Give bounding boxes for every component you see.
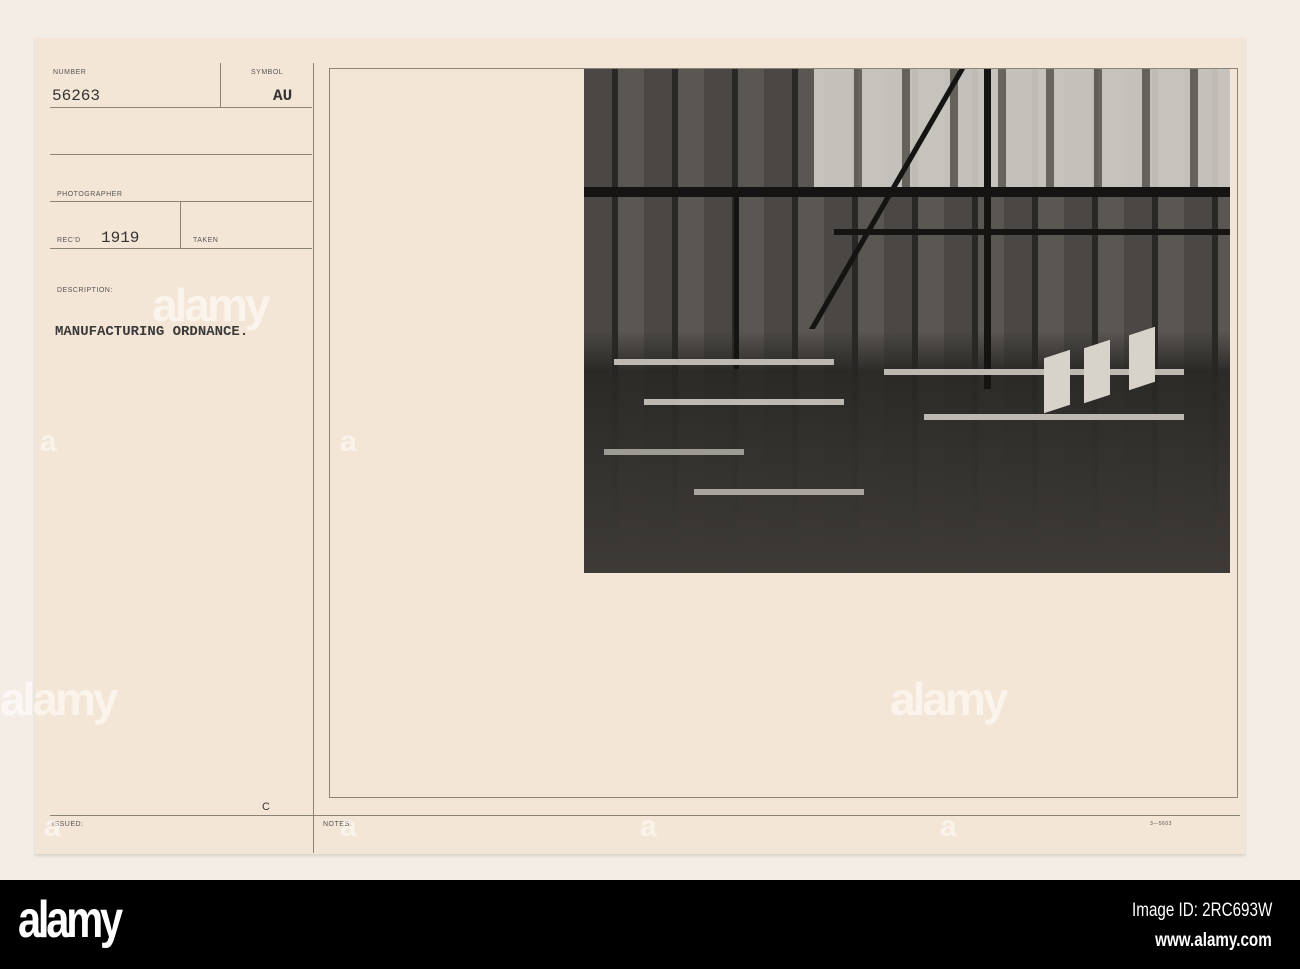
factory-interior-photo — [584, 69, 1230, 573]
photographer-label: PHOTOGRAPHER — [57, 191, 123, 198]
divider — [50, 107, 312, 108]
recd-value: 1919 — [101, 229, 140, 247]
watermark: alamy — [0, 673, 118, 725]
archive-card: NUMBER 56263 SYMBOL AU PHOTOGRAPHER REC'… — [35, 38, 1245, 854]
number-label: NUMBER — [53, 69, 87, 76]
number-value: 56263 — [52, 87, 101, 105]
watermark-letter: a — [340, 810, 357, 843]
divider — [220, 63, 221, 107]
watermark-letter: a — [44, 810, 61, 843]
watermark-letter: a — [340, 425, 357, 458]
recd-label: REC'D — [57, 237, 81, 244]
footer-band: alamy Image ID: 2RC693W www.alamy.com — [0, 880, 1300, 969]
symbol-value: AU — [273, 87, 293, 105]
issued-mark: C — [262, 801, 270, 813]
watermark: alamy — [152, 279, 270, 331]
alamy-logo: alamy — [18, 891, 123, 949]
watermark-letter: a — [940, 810, 957, 843]
taken-label: TAKEN — [193, 237, 219, 244]
divider — [180, 201, 181, 248]
symbol-label: SYMBOL — [251, 69, 284, 76]
image-id: Image ID: 2RC693W — [1131, 900, 1272, 921]
description-label: DESCRIPTION: — [57, 287, 113, 294]
divider — [50, 201, 312, 202]
site-url[interactable]: www.alamy.com — [1155, 930, 1272, 952]
watermark-letter: a — [40, 425, 57, 458]
column-divider — [313, 63, 314, 853]
watermark: alamy — [890, 673, 1008, 725]
divider — [50, 154, 312, 155]
divider — [50, 248, 312, 249]
form-number: 3—5603 — [1150, 821, 1172, 827]
watermark-letter: a — [640, 810, 657, 843]
